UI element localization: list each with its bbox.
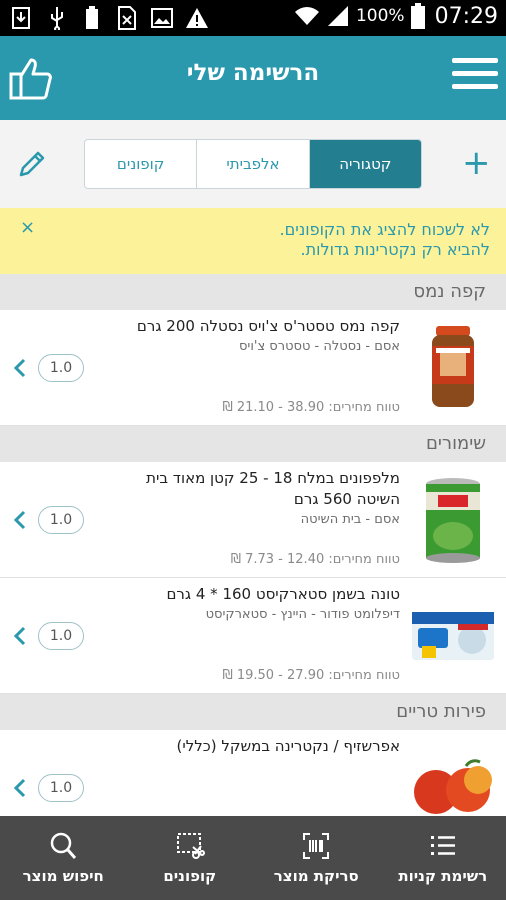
category-header: קפה נמס bbox=[0, 274, 506, 310]
chevron-left-icon[interactable] bbox=[12, 357, 28, 379]
bottom-navigation: חיפוש מוצר קופונים סריקת מוצר רשימת קניו… bbox=[0, 816, 506, 900]
hamburger-menu-icon[interactable] bbox=[452, 58, 498, 98]
tab-category[interactable]: קטגוריה bbox=[308, 140, 421, 188]
image-icon bbox=[150, 6, 174, 30]
sort-tab-bar: קופונים אלפביתי קטגוריה + bbox=[0, 120, 506, 208]
notes-line-1: לא לשכוח להציג את הקופונים. bbox=[279, 220, 490, 239]
item-price-range: טווח מחירים: 27.90 - 19.50 ₪ bbox=[222, 668, 401, 683]
quantity-badge[interactable]: 1.0 bbox=[38, 354, 84, 382]
nav-label: סריקת מוצר bbox=[273, 867, 359, 885]
battery-icon bbox=[410, 3, 425, 29]
tab-coupons[interactable]: קופונים bbox=[85, 140, 196, 188]
chevron-left-icon[interactable] bbox=[12, 509, 28, 531]
product-image-nectarines bbox=[408, 756, 498, 816]
notes-text: לא לשכוח להציג את הקופונים. להביא רק נקט… bbox=[280, 220, 490, 260]
item-title: טונה בשמן סטארקיסט 160 * 4 גרם bbox=[166, 585, 400, 603]
list-item[interactable]: קפה נמס טסטר'ס צ'ויס נסטלה 200 גרם אסם -… bbox=[0, 310, 506, 426]
nav-label: רשימת קניות bbox=[398, 867, 488, 885]
warning-icon bbox=[185, 6, 209, 30]
item-brand: אסם - בית השיטה bbox=[300, 512, 400, 527]
close-notice-icon[interactable]: × bbox=[20, 217, 35, 238]
chevron-left-icon[interactable] bbox=[12, 777, 28, 799]
clock: 07:29 bbox=[434, 3, 498, 29]
item-price-range: טווח מחירים: 38.90 - 21.10 ₪ bbox=[222, 400, 401, 415]
nav-search-product[interactable]: חיפוש מוצר bbox=[0, 816, 127, 900]
wifi-icon bbox=[294, 7, 319, 25]
coupon-scissors-icon bbox=[176, 833, 205, 859]
edit-pencil-icon[interactable] bbox=[16, 148, 48, 180]
item-title: אפרשזיף / נקטרינה במשקל (כללי) bbox=[176, 737, 400, 755]
category-header: פירות טריים bbox=[0, 694, 506, 730]
barcode-scan-icon bbox=[303, 833, 330, 859]
usb-icon bbox=[45, 6, 69, 30]
quantity-badge[interactable]: 1.0 bbox=[38, 506, 84, 534]
product-image-pickles-can bbox=[408, 474, 498, 564]
category-header: שימורים bbox=[0, 426, 506, 462]
product-image-tuna-pack bbox=[408, 594, 498, 678]
notes-banner: × לא לשכוח להציג את הקופונים. להביא רק נ… bbox=[0, 208, 506, 274]
list-item[interactable]: מלפפונים במלח 18 - 25 קטן מאוד בית השיטה… bbox=[0, 462, 506, 578]
notes-line-2: להביא רק נקטרינות גדולות. bbox=[300, 240, 490, 259]
product-image-coffee-jar bbox=[408, 322, 498, 412]
item-title: מלפפונים במלח 18 - 25 קטן מאוד בית השיטה… bbox=[146, 469, 400, 508]
tab-alphabetical[interactable]: אלפביתי bbox=[196, 140, 308, 188]
nav-label: חיפוש מוצר bbox=[22, 867, 104, 885]
search-icon bbox=[51, 832, 77, 859]
page-title: הרשימה שלי bbox=[186, 60, 320, 86]
status-bar: 100% 07:29 bbox=[0, 0, 506, 36]
no-sim-icon bbox=[115, 6, 139, 30]
list-item[interactable]: טונה בשמן סטארקיסט 160 * 4 גרם דיפלומט פ… bbox=[0, 578, 506, 694]
battery-percent: 100% bbox=[355, 6, 405, 26]
battery-full-icon bbox=[80, 6, 104, 30]
nav-coupons[interactable]: קופונים bbox=[127, 816, 254, 900]
item-brand: אסם - נסטלה - טסטרס צ'ויס bbox=[239, 339, 400, 354]
app-bar: הרשימה שלי bbox=[0, 36, 506, 120]
list-icon bbox=[430, 836, 455, 855]
sort-segmented-control: קופונים אלפביתי קטגוריה bbox=[84, 139, 422, 189]
item-title: קפה נמס טסטר'ס צ'ויס נסטלה 200 גרם bbox=[136, 317, 400, 335]
quantity-badge[interactable]: 1.0 bbox=[38, 774, 84, 802]
item-price-range: טווח מחירים: 12.40 - 7.73 ₪ bbox=[230, 552, 400, 567]
list-item[interactable]: אפרשזיף / נקטרינה במשקל (כללי) 1.0 bbox=[0, 730, 506, 816]
nav-shopping-list[interactable]: רשימת קניות bbox=[380, 816, 506, 900]
item-brand: דיפלומט פודור - היינץ - סטארקיסט bbox=[205, 607, 400, 622]
chevron-left-icon[interactable] bbox=[12, 625, 28, 647]
nav-label: קופונים bbox=[163, 867, 217, 885]
signal-icon bbox=[327, 6, 348, 26]
nav-scan-product[interactable]: סריקת מוצר bbox=[253, 816, 380, 900]
quantity-badge[interactable]: 1.0 bbox=[38, 622, 84, 650]
download-notification-icon bbox=[10, 6, 34, 30]
add-item-icon[interactable]: + bbox=[462, 146, 491, 180]
